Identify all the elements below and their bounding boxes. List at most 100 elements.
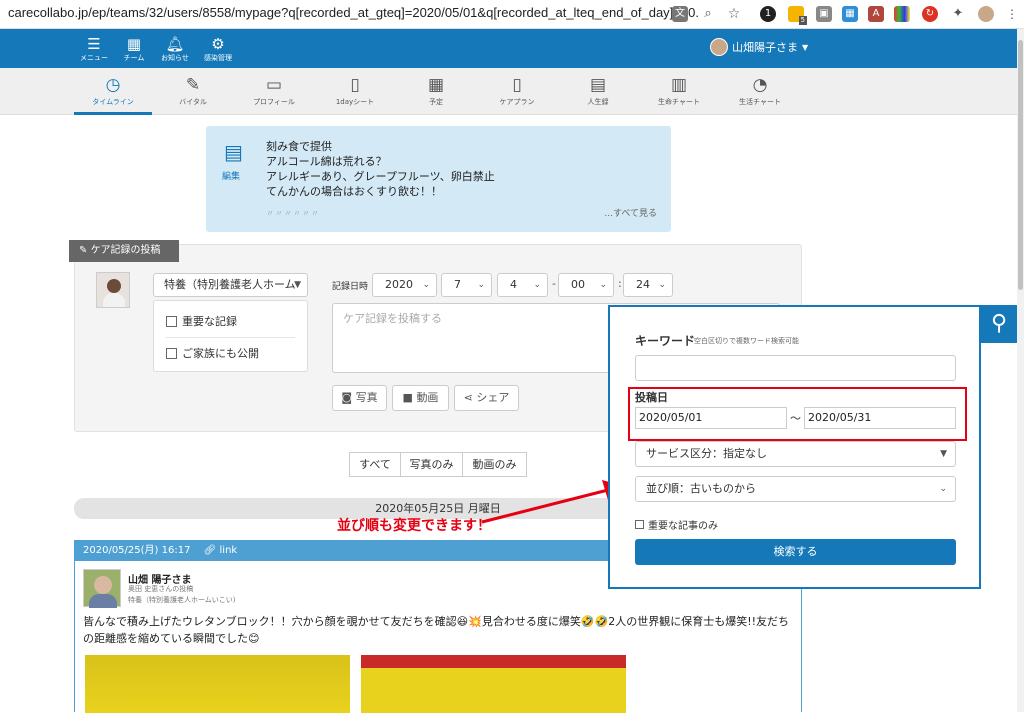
scrollbar-thumb[interactable] [1018,40,1023,290]
family-public-checkbox[interactable]: ご家族にも公開 [166,345,259,361]
user-name: 山畑陽子さま [732,41,798,54]
team-button[interactable]: ▦ チーム [114,35,154,63]
chevron-down-icon: ▼ [294,280,301,290]
search-submit-button[interactable]: 検索する [635,539,956,565]
notice-faded-text: 〃〃〃〃〃〃 [266,209,320,218]
hour-select[interactable]: 00 ⌄ [558,273,614,297]
profile-avatar[interactable] [978,6,994,22]
tab-life-chart[interactable]: ▥ 生命チャート [640,74,718,108]
keyword-label: キーワード [635,334,696,348]
year-select[interactable]: 2020 ⌄ [372,273,437,297]
camera-icon[interactable]: ▣ [816,6,832,22]
tab-profile[interactable]: ▭ プロフィール [235,74,313,108]
link-icon: 🔗︎ [203,545,217,556]
pie-chart-icon: ◔ [752,75,768,95]
bookmark-star-icon[interactable]: ☆ [726,6,742,22]
chevron-down-icon: ⌄ [477,280,485,290]
notice-card: ▤ 編集 刻み食で提供 アルコール綿は荒れる？ アレルギーあり、グレープフルーツ… [206,126,671,232]
see-all-link[interactable]: ...すべて見る [604,206,657,219]
filter-photos-button[interactable]: 写真のみ [400,452,463,477]
address-bar[interactable]: carecollabo.jp/ep/teams/32/users/8558/my… [8,5,706,20]
extension-icon[interactable]: ▦ [842,6,858,22]
clipboard-icon: ▯ [512,75,522,95]
keyword-hint: 空白区切りで複数ワード検索可能 [694,337,799,345]
record-options: 重要な記録 ご家族にも公開 [153,300,308,372]
book-icon: ▤ [589,75,607,95]
video-button[interactable]: ■ 動画 [392,385,449,411]
important-record-checkbox[interactable]: 重要な記録 [166,313,237,329]
entry-photo[interactable] [361,655,626,713]
extension-icon[interactable]: ↻ [922,6,938,22]
day-select[interactable]: 4 ⌄ [497,273,548,297]
app-header: ☰ メニュー ▦ チーム 🔔︎ お知らせ ⚙ 感染管理 山畑陽子さま ▼ [0,29,1024,68]
important-only-checkbox[interactable]: 重要な記事のみ [635,517,718,532]
menu-button[interactable]: ☰ メニュー [74,35,114,63]
extension-icon[interactable] [894,6,910,22]
separator-colon: : [618,277,622,290]
tab-living-chart[interactable]: ◔ 生活チャート [721,74,799,108]
date-from-input[interactable]: 2020/05/01 [635,407,787,429]
service-select[interactable]: サービス区分：指定なし ▼ [635,441,956,467]
search-toggle-button[interactable]: ⚲ [979,305,1019,343]
chevron-down-icon: ⌄ [658,280,666,290]
care-record-form-title: ✎ ケア記録の投稿 [69,240,179,262]
checkbox-icon [166,347,177,359]
translate-icon[interactable]: 文 [672,6,688,22]
tab-care-plan[interactable]: ▯ ケアプラン [478,74,556,108]
bar-chart-icon: ▥ [670,75,688,95]
checkbox-icon [635,520,644,529]
tab-vital[interactable]: ✎ バイタル [154,74,232,108]
chevron-down-icon: ▼ [940,449,947,459]
separator-dash: - [552,277,556,290]
entry-link[interactable]: 🔗︎ link [204,545,238,556]
photo-button[interactable]: ◙ 写真 [332,385,387,411]
team-icon: ▦ [126,35,142,53]
edit-link[interactable]: 編集 [222,169,240,182]
tab-1day-sheet[interactable]: ▯ 1dayシート [316,74,394,108]
sort-select[interactable]: 並び順：古いものから ⌄ [635,476,956,502]
kebab-menu-icon[interactable]: ⋮ [1004,6,1020,22]
month-select[interactable]: 7 ⌄ [441,273,492,297]
puzzle-icon[interactable]: ✦ [950,6,966,22]
tab-bar: ◷ タイムライン ✎ バイタル ▭ プロフィール ▯ 1dayシート ▦ 予定 … [0,68,1024,115]
edit-icon: ✎ [79,245,91,256]
keyword-input[interactable] [635,355,956,381]
avatar [710,38,728,56]
clock-icon: ◷ [105,75,121,95]
notifications-button[interactable]: 🔔︎ お知らせ [155,35,195,63]
clipboard-icon: ▯ [350,75,360,95]
date-to-input[interactable]: 2020/05/31 [804,407,956,429]
filter-all-button[interactable]: すべて [349,452,401,477]
camera-icon: ◙ [341,391,356,404]
entry-photo[interactable] [85,655,350,713]
entry-facility: 特養（特別養護老人ホームいこい) [128,596,236,604]
tab-timeline[interactable]: ◷ タイムライン [74,74,152,115]
checkbox-icon [166,315,177,327]
resident-avatar [83,569,121,608]
extension-badge-icon[interactable]: 5 [788,6,807,25]
extension-icon[interactable]: 1 [760,6,776,22]
posted-by: 奥田 史恵さんの投稿 [128,585,194,593]
chevron-down-icon: ⌄ [422,280,430,290]
search-icon: ⚲ [990,311,1008,336]
clipboard-alert-icon[interactable]: ▤ [224,140,243,164]
minute-select[interactable]: 24 ⌄ [623,273,673,297]
tab-schedule[interactable]: ▦ 予定 [397,74,475,108]
zoom-icon[interactable]: ⌕ [700,6,716,22]
record-datetime-label: 記録日時 [332,282,369,292]
infection-control-button[interactable]: ⚙ 感染管理 [198,35,238,63]
chevron-down-icon: ▼ [802,42,809,52]
chevron-down-icon: ⌄ [533,280,541,290]
range-tilde: 〜 [790,412,801,425]
search-panel: キーワード 空白区切りで複数ワード検索可能 投稿日 2020/05/01 〜 2… [608,305,981,589]
pdf-icon[interactable]: A [868,6,884,22]
bell-icon: 🔔︎ [165,35,185,53]
user-menu[interactable]: 山畑陽子さま ▼ [710,38,808,56]
entry-body: 皆んなで積み上げたウレタンブロック！！穴から顔を覗かせて友だちを確認😆💥見合わせ… [83,615,790,645]
thermometer-icon: ✎ [185,75,201,95]
facility-select[interactable]: 特養（特別養護老人ホーム ▼ [153,273,308,297]
share-button[interactable]: ⋖ シェア [454,385,519,411]
staff-avatar [96,272,130,308]
browser-toolbar: carecollabo.jp/ep/teams/32/users/8558/my… [0,0,1024,29]
tab-life-record[interactable]: ▤ 人生録 [559,74,637,108]
